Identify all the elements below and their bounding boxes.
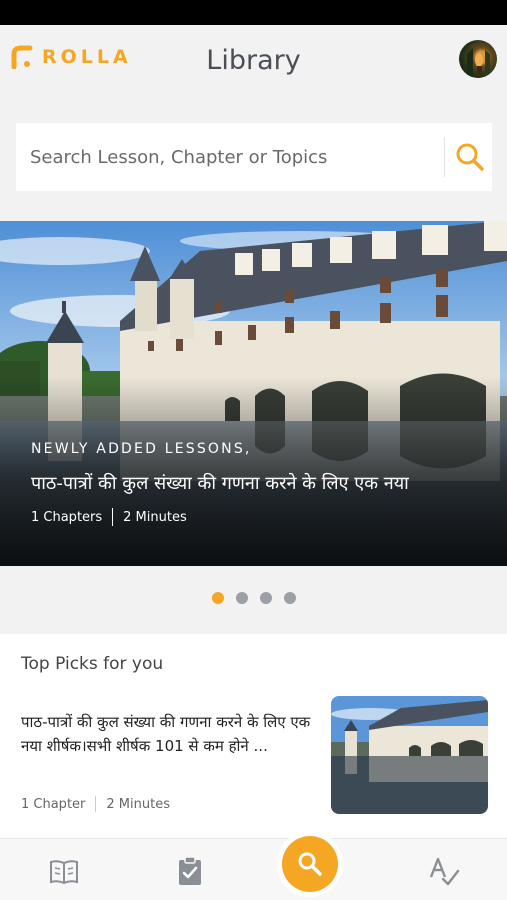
featured-lesson-banner[interactable]: NEWLY ADDED LESSONS, पाठ-पात्रों की कुल … xyxy=(0,221,507,566)
tab-spellcheck[interactable] xyxy=(428,855,460,887)
pick-title[interactable]: पाठ-पात्रों की कुल संख्या की गणना करने क… xyxy=(21,710,321,758)
carousel-dot[interactable] xyxy=(283,592,296,604)
carousel-dot[interactable] xyxy=(211,592,224,604)
pick-thumbnail[interactable] xyxy=(331,696,488,814)
tab-library[interactable] xyxy=(48,855,80,887)
pick-meta: 1 Chapter 2 Minutes xyxy=(21,796,170,812)
tab-assignments[interactable] xyxy=(174,855,206,887)
banner-duration: 2 Minutes xyxy=(123,509,187,525)
banner-chapters: 1 Chapters xyxy=(31,509,103,525)
banner-title: पाठ-पात्रों की कुल संख्या की गणना करने क… xyxy=(31,473,409,494)
pick-chapters: 1 Chapter xyxy=(21,796,86,812)
avatar[interactable] xyxy=(459,40,497,78)
banner-meta: 1 Chapters 2 Minutes xyxy=(31,508,187,526)
tab-search[interactable] xyxy=(282,836,338,892)
carousel-pagination xyxy=(0,592,507,604)
top-picks-section: Top Picks for you पाठ-पात्रों की कुल संख… xyxy=(0,634,507,840)
search-divider xyxy=(444,137,445,177)
status-bar xyxy=(0,0,507,25)
meta-divider xyxy=(112,508,114,526)
clipboard-check-icon xyxy=(179,856,201,885)
search-icon xyxy=(456,143,484,171)
search-button[interactable] xyxy=(452,139,488,175)
search-input[interactable] xyxy=(16,123,444,191)
carousel-dot[interactable] xyxy=(259,592,272,604)
search-bar xyxy=(16,123,492,191)
spellcheck-icon xyxy=(429,857,460,886)
search-icon xyxy=(298,852,322,876)
section-title: Top Picks for you xyxy=(21,654,164,674)
app-header: ROLLA Library xyxy=(0,25,507,100)
page-title: Library xyxy=(206,45,301,76)
avatar-image xyxy=(467,48,490,78)
bottom-tab-bar xyxy=(0,836,507,900)
castle-thumbnail-image xyxy=(331,696,488,814)
meta-divider xyxy=(95,796,97,812)
carousel-dot[interactable] xyxy=(235,592,248,604)
book-icon xyxy=(50,860,78,885)
pick-duration: 2 Minutes xyxy=(106,796,170,812)
banner-kicker: NEWLY ADDED LESSONS, xyxy=(31,441,252,457)
